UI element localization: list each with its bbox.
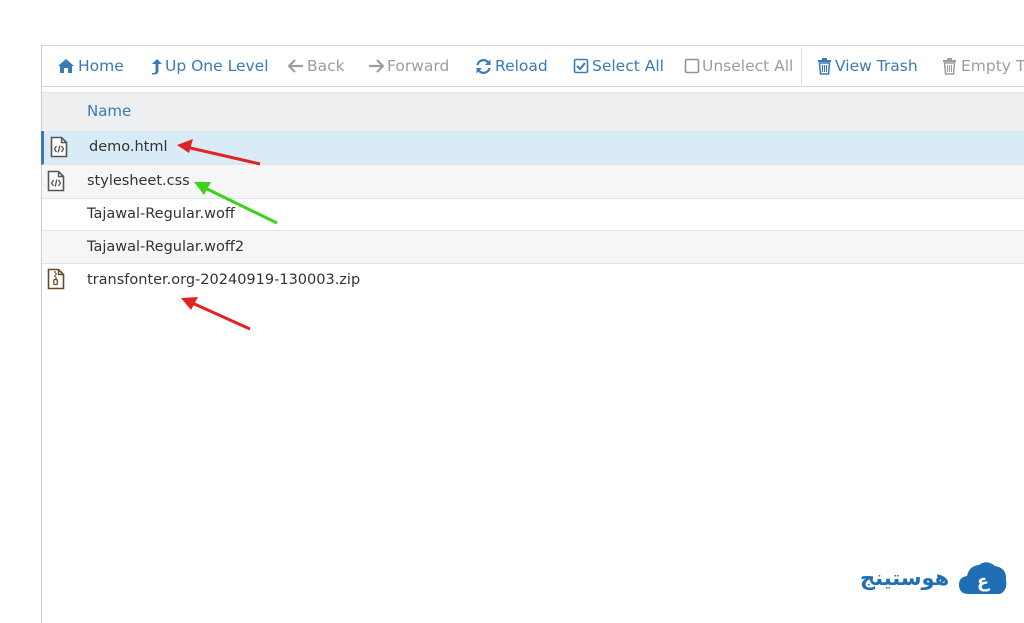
up-one-level-label: Up One Level bbox=[165, 57, 269, 75]
zip-file-icon bbox=[47, 268, 65, 290]
reload-button[interactable]: Reload bbox=[475, 55, 548, 77]
file-row-demo-html[interactable]: demo.html bbox=[41, 131, 1024, 165]
home-label: Home bbox=[78, 57, 124, 75]
file-table-header: Name bbox=[42, 92, 1024, 133]
file-name: demo.html bbox=[89, 139, 168, 155]
view-trash-button[interactable]: View Trash bbox=[817, 55, 918, 77]
code-file-icon bbox=[50, 136, 68, 158]
file-manager: Home Up One Level Back Forward Reload Se… bbox=[41, 45, 1024, 623]
forward-button[interactable]: Forward bbox=[368, 55, 450, 77]
file-row-transfonter-zip[interactable]: transfonter.org-20240919-130003.zip bbox=[42, 264, 1024, 297]
code-file-icon bbox=[47, 170, 65, 192]
unselect-all-button[interactable]: Unselect All bbox=[684, 55, 793, 77]
back-label: Back bbox=[307, 57, 345, 75]
unselect-all-label: Unselect All bbox=[702, 57, 794, 75]
view-trash-label: View Trash bbox=[835, 57, 918, 75]
trash-icon bbox=[943, 58, 956, 75]
file-row-tajawal-woff[interactable]: Tajawal-Regular.woff bbox=[42, 199, 1024, 231]
checkbox-checked-icon bbox=[573, 58, 589, 74]
arrow-right-icon bbox=[369, 59, 384, 73]
logo-text: هوستينج bbox=[860, 566, 950, 590]
reload-label: Reload bbox=[495, 57, 548, 75]
brand-logo: هوستينج ع bbox=[860, 558, 1010, 602]
forward-label: Forward bbox=[387, 57, 450, 75]
file-name: Tajawal-Regular.woff2 bbox=[87, 239, 245, 255]
file-name: stylesheet.css bbox=[87, 173, 190, 189]
home-icon bbox=[58, 59, 74, 73]
empty-trash-label: Empty Tr bbox=[961, 57, 1024, 75]
select-all-label: Select All bbox=[592, 57, 664, 75]
empty-trash-button[interactable]: Empty Tr bbox=[942, 55, 1024, 77]
cloud-icon: ع bbox=[959, 562, 1007, 594]
trash-icon bbox=[818, 58, 831, 75]
file-row-tajawal-woff2[interactable]: Tajawal-Regular.woff2 bbox=[42, 231, 1024, 264]
reload-icon bbox=[476, 59, 491, 74]
file-name: Tajawal-Regular.woff bbox=[87, 206, 235, 222]
level-up-icon bbox=[152, 59, 162, 75]
up-one-level-button[interactable]: Up One Level bbox=[150, 55, 269, 77]
select-all-button[interactable]: Select All bbox=[573, 55, 664, 77]
toolbar: Home Up One Level Back Forward Reload Se… bbox=[42, 45, 1024, 87]
file-row-stylesheet-css[interactable]: stylesheet.css bbox=[42, 165, 1024, 199]
name-column-header[interactable]: Name bbox=[87, 102, 131, 120]
toolbar-divider bbox=[801, 48, 802, 84]
back-button[interactable]: Back bbox=[288, 55, 345, 77]
home-button[interactable]: Home bbox=[57, 55, 127, 77]
arrow-left-icon bbox=[288, 59, 303, 73]
checkbox-empty-icon bbox=[684, 58, 700, 74]
file-name: transfonter.org-20240919-130003.zip bbox=[87, 272, 361, 288]
logo-letter: ع bbox=[977, 571, 990, 592]
